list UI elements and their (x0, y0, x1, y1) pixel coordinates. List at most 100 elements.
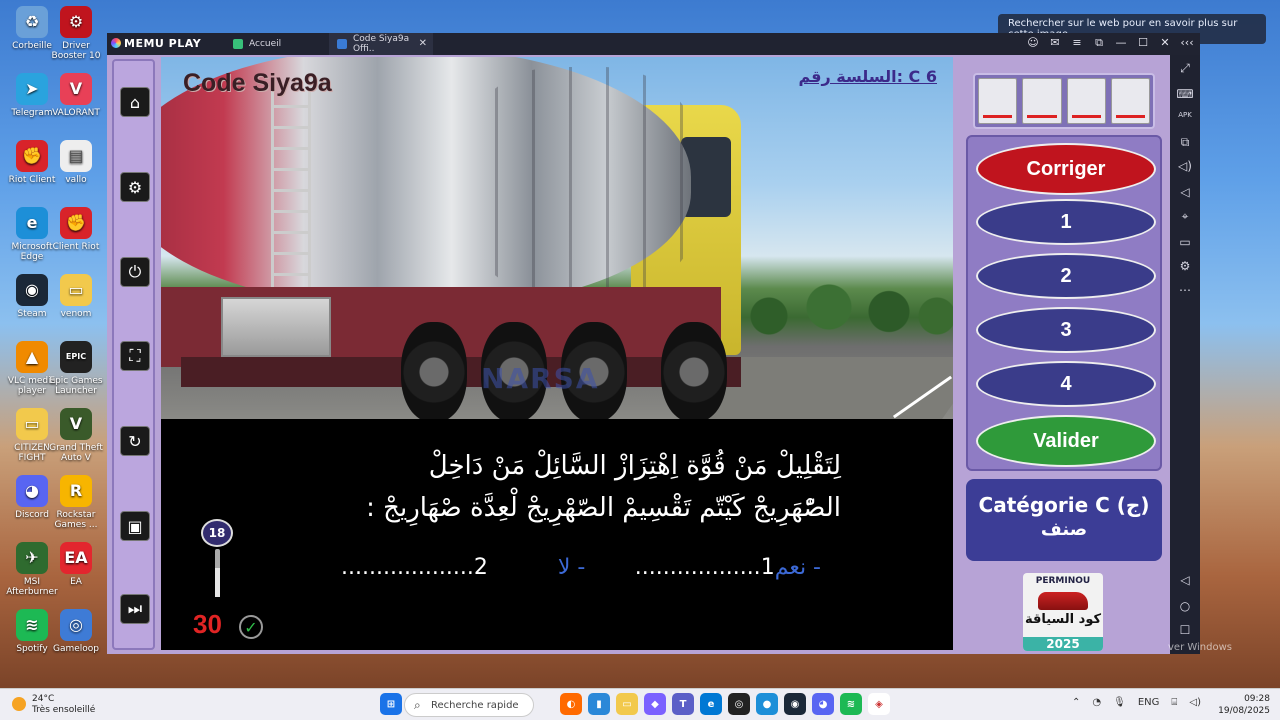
skip-icon[interactable]: ⏭ (120, 594, 150, 624)
refresh-icon[interactable]: ↻ (120, 426, 150, 456)
desktop-icon[interactable]: ▭ venom (46, 274, 106, 319)
rail-tool-icon[interactable]: ◁ (1170, 185, 1200, 199)
window-controls: ☺ ✉ ≡ ⧉ — ☐ ✕ ‹‹‹ (1024, 36, 1196, 50)
rail-tool-icon[interactable]: ⧉ (1170, 135, 1200, 150)
answer-yes: - نعم1.................. (634, 555, 821, 580)
taskbar-app-icon[interactable]: ◎ (728, 693, 750, 715)
rail-tool-icon[interactable]: ⌨ (1170, 87, 1200, 101)
window-control-icon[interactable]: ⧉ (1090, 36, 1108, 50)
option-2-button[interactable]: 2 (976, 253, 1156, 299)
app-icon: R (60, 475, 92, 507)
corriger-button[interactable]: Corriger (976, 143, 1156, 195)
memu-logo-icon (111, 38, 121, 48)
wifi-icon[interactable]: ◔ (1092, 697, 1101, 708)
right-panel: Corriger 1 2 3 4 Valider Catégorie C (ج)… (963, 59, 1163, 651)
desktop-icon[interactable]: EA EA (46, 542, 106, 587)
desktop-icon[interactable]: R Rockstar Games ... (46, 475, 106, 530)
desktop-icon[interactable]: ⚙ Driver Booster 10 (46, 6, 106, 61)
window-control-icon[interactable]: ‹‹‹ (1178, 36, 1196, 50)
option-3-button[interactable]: 3 (976, 307, 1156, 353)
fullscreen-icon[interactable]: ⛶ (120, 341, 150, 371)
close-tab-icon[interactable]: ✕ (419, 38, 427, 49)
power-icon[interactable]: ⏻ (120, 257, 150, 287)
weather-widget[interactable]: 24°C Très ensoleillé (12, 694, 95, 716)
desktop-icon-label: EA (70, 577, 82, 587)
rail-tool-icon[interactable]: ◁ (1170, 573, 1200, 587)
app-icon: ◎ (60, 609, 92, 641)
rail-tool-icon[interactable]: ⚙ (1170, 259, 1200, 273)
valider-button[interactable]: Valider (976, 415, 1156, 467)
rail-tool-icon[interactable]: ▭ (1170, 235, 1200, 249)
rail-tool-icon[interactable]: ☐ (1170, 623, 1200, 637)
taskbar: 24°C Très ensoleillé ⊞ ⌕ Recherche rapid… (0, 688, 1280, 720)
tab-accueil[interactable]: Accueil (225, 33, 329, 55)
question-line-1: لِتَقْلِيلْ مَنْ قُوَّة اِهْتِزَازْ السَ… (428, 451, 841, 481)
rail-tool-icon[interactable]: ⋯ (1170, 283, 1200, 297)
app-title: Code Siya9a (183, 69, 332, 97)
answer-slot (978, 78, 1018, 124)
app-icon: ➤ (16, 73, 48, 105)
desktop-icon-label: Driver Booster 10 (51, 41, 101, 61)
window-control-icon[interactable]: ≡ (1068, 36, 1086, 50)
start-icon[interactable]: ⊞ (380, 693, 402, 715)
lang-indicator[interactable]: ENG (1138, 697, 1160, 708)
question-count: 30 (193, 609, 222, 639)
taskbar-search[interactable]: ⌕ Recherche rapide (404, 693, 534, 717)
rail-tool-icon[interactable]: ◁) (1170, 159, 1200, 173)
taskbar-app-icon[interactable]: ● (756, 693, 778, 715)
memu-logo: MEMU PLAY (111, 37, 201, 50)
app-icon: ▲ (16, 341, 48, 373)
network-icon[interactable]: ⌸ (1171, 697, 1177, 708)
mic-icon[interactable]: 🎙 (1113, 697, 1126, 708)
desktop-icon[interactable]: ▤ vallo (46, 140, 106, 185)
app-icon: ✊ (60, 207, 92, 239)
app-icon: ♻ (16, 6, 48, 38)
promo-logo[interactable]: PERMINOU كود السياقة 2025 (1023, 573, 1103, 651)
taskbar-app-icon[interactable]: e (700, 693, 722, 715)
rail-tool-icon[interactable]: ○ (1170, 599, 1200, 613)
system-tray: ⌃ ◔ 🎙 ENG ⌸ ◁) (1072, 697, 1201, 708)
desktop-icon-label: Gameloop (52, 644, 100, 654)
window-control-icon[interactable]: ☺ (1024, 36, 1042, 50)
taskbar-app-icon[interactable]: ▮ (588, 693, 610, 715)
desktop-icon[interactable]: EPIC Epic Games Launcher (46, 341, 106, 396)
window-control-icon[interactable]: ✕ (1156, 36, 1174, 50)
desktop-icon[interactable]: ◎ Gameloop (46, 609, 106, 654)
rail-tool-icon[interactable]: APK (1170, 111, 1200, 119)
window-control-icon[interactable]: — (1112, 36, 1130, 50)
app-content: ⌂ ⚙ ⏻ ⛶ ↻ ▣ ⏭ NARSA Code Siya9a السلسة رقم: C … (107, 55, 1170, 654)
clock[interactable]: 09:28 19/08/2025 (1218, 693, 1270, 717)
answer-slots (973, 73, 1155, 129)
app-icon: EA (60, 542, 92, 574)
window-control-icon[interactable]: ✉ (1046, 36, 1064, 50)
taskbar-app-icon[interactable]: T (672, 693, 694, 715)
answer-buttons: Corriger 1 2 3 4 Valider (966, 135, 1162, 471)
desktop-icon-label: Epic Games Launcher (49, 376, 103, 396)
chevron-up-icon[interactable]: ⌃ (1072, 697, 1080, 708)
tab-code-siya9a[interactable]: Code Siya9a Offi.. ✕ (329, 33, 433, 55)
option-1-button[interactable]: 1 (976, 199, 1156, 245)
rail-tool-icon[interactable]: ⌖ (1170, 209, 1200, 224)
profile-icon[interactable]: ▣ (120, 511, 150, 541)
volume-icon[interactable]: ◁) (1189, 697, 1201, 708)
taskbar-app-icon[interactable]: ◉ (784, 693, 806, 715)
option-4-button[interactable]: 4 (976, 361, 1156, 407)
settings-icon[interactable]: ⚙ (120, 172, 150, 202)
desktop-icon[interactable]: V Grand Theft Auto V (46, 408, 106, 463)
desktop-icon[interactable]: V VALORANT (46, 73, 106, 118)
window-control-icon[interactable]: ☐ (1134, 36, 1152, 50)
taskbar-app-icon[interactable]: ◆ (644, 693, 666, 715)
timer-fill (215, 568, 220, 597)
taskbar-app-icon[interactable]: ◈ (868, 693, 890, 715)
desktop-icon[interactable]: ✊ Client Riot (46, 207, 106, 252)
sun-icon (12, 697, 26, 711)
narsa-watermark: NARSA (481, 362, 600, 395)
home-icon[interactable]: ⌂ (120, 87, 150, 117)
rail-tool-icon[interactable]: ⤢ (1170, 61, 1200, 76)
app-icon: ◕ (16, 475, 48, 507)
taskbar-app-icon[interactable]: ▭ (616, 693, 638, 715)
app-icon: EPIC (60, 341, 92, 373)
taskbar-app-icon[interactable]: ≋ (840, 693, 862, 715)
taskbar-app-icon[interactable]: ◐ (560, 693, 582, 715)
taskbar-app-icon[interactable]: ◕ (812, 693, 834, 715)
